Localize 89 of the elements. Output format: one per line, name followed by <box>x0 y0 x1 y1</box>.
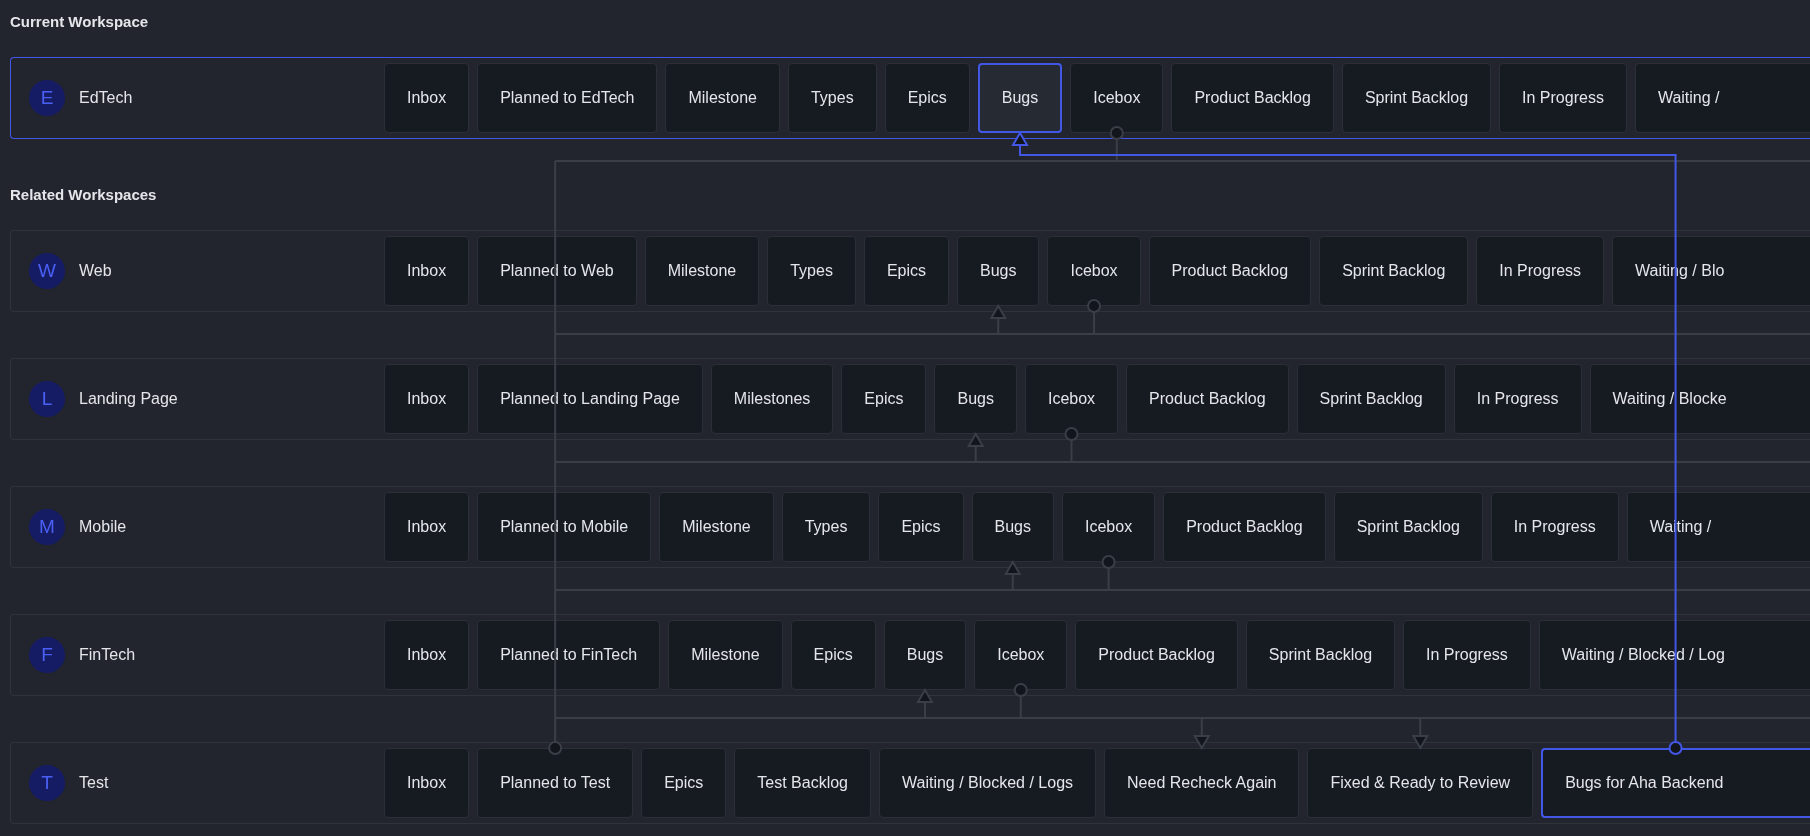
status-lane[interactable]: Planned to Landing Page <box>477 364 703 434</box>
status-lane[interactable]: Milestone <box>665 63 780 133</box>
connector-dot-icon[interactable] <box>1013 683 1028 697</box>
workspace-name: Mobile <box>79 518 127 536</box>
section-heading: Related Workspaces <box>10 185 158 205</box>
status-lane[interactable]: Milestones <box>710 364 834 434</box>
workspace-avatar: M <box>29 509 65 545</box>
status-lane[interactable]: Waiting / Blocked / Logs <box>879 748 1097 818</box>
status-lane[interactable]: Inbox <box>384 620 470 690</box>
status-lane[interactable]: Inbox <box>384 492 470 562</box>
status-lane[interactable]: Planned to Test <box>477 748 634 818</box>
status-lane[interactable]: Epics <box>641 748 727 818</box>
status-lane[interactable]: Need Recheck Again <box>1104 748 1300 818</box>
status-lane[interactable]: Bugs <box>957 236 1040 306</box>
status-lane[interactable]: Product Backlog <box>1126 364 1289 434</box>
workspace-avatar: L <box>29 381 65 417</box>
status-lane[interactable]: Epics <box>878 492 964 562</box>
status-lane[interactable]: Milestone <box>644 236 760 306</box>
triangle-arrow-icon[interactable] <box>966 432 985 447</box>
triangle-arrow-icon[interactable] <box>1011 131 1029 146</box>
workspace-name: FinTech <box>79 646 136 664</box>
status-lane[interactable]: Planned to FinTech <box>477 620 661 690</box>
status-lane[interactable]: Planned to EdTech <box>477 63 658 133</box>
status-lane[interactable]: Epics <box>863 236 949 306</box>
status-lane[interactable]: Test Backlog <box>734 748 871 818</box>
workspace-name: Web <box>79 262 112 280</box>
workspace-avatar: W <box>29 253 65 289</box>
connector-dot-icon[interactable] <box>1109 126 1124 140</box>
status-lane[interactable]: Waiting / <box>1634 63 1810 133</box>
status-lane[interactable]: Icebox <box>974 620 1068 690</box>
section-heading: Current Workspace <box>10 12 150 32</box>
status-lane[interactable]: Milestone <box>668 620 783 690</box>
status-lane[interactable]: Sprint Backlog <box>1333 492 1483 562</box>
status-lane[interactable]: Product Backlog <box>1075 620 1238 690</box>
triangle-arrow-icon[interactable] <box>1193 735 1211 750</box>
status-lane[interactable]: Sprint Backlog <box>1319 236 1469 306</box>
status-lane[interactable]: Product Backlog <box>1163 492 1326 562</box>
status-lane[interactable]: Epics <box>841 364 927 434</box>
workspace-row[interactable]: L Landing Page Inbox Planned to Landing Page Milestones Epics Bugs Icebox Product Backlog Sprint Backlog In Progress Waiting / Blocke <box>10 358 1810 440</box>
status-lane[interactable]: Icebox <box>1047 236 1141 306</box>
triangle-arrow-icon[interactable] <box>989 304 1007 319</box>
status-lane[interactable]: Epics <box>790 620 876 690</box>
status-lane[interactable]: Bugs <box>971 492 1054 562</box>
workspace-avatar: E <box>29 80 65 116</box>
workspace-row[interactable]: E EdTech Inbox Planned to EdTech Milestone Types Epics Bugs Icebox Product Backlog Sprint Backlog In Progress Waiting / <box>10 57 1810 139</box>
status-lane[interactable]: Bugs <box>883 620 967 690</box>
status-lane[interactable]: Fixed & Ready to Review <box>1307 748 1534 818</box>
status-lane[interactable]: In Progress <box>1490 492 1619 562</box>
status-lane[interactable]: Icebox <box>1070 63 1164 133</box>
status-lane[interactable]: In Progress <box>1403 620 1531 690</box>
status-lane[interactable]: Sprint Backlog <box>1341 63 1492 133</box>
workspace-name: Test <box>79 774 109 792</box>
status-lane[interactable]: Waiting / Blocke <box>1589 364 1810 434</box>
status-lane[interactable]: Bugs <box>934 364 1017 434</box>
workspace-avatar: F <box>29 637 65 673</box>
status-lane[interactable]: Icebox <box>1062 492 1156 562</box>
triangle-arrow-icon[interactable] <box>1004 560 1022 575</box>
status-lane[interactable]: Planned to Web <box>477 236 637 306</box>
triangle-arrow-icon[interactable] <box>1411 735 1430 750</box>
triangle-arrow-icon[interactable] <box>916 688 934 703</box>
connector-dot-icon[interactable] <box>548 741 563 755</box>
status-lane[interactable]: Inbox <box>384 63 470 133</box>
status-lane[interactable]: Icebox <box>1024 364 1119 434</box>
connector-dot-icon[interactable] <box>1668 741 1683 755</box>
connector-dot-icon[interactable] <box>1087 299 1102 313</box>
connector-dot-icon[interactable] <box>1064 427 1079 441</box>
status-lane[interactable]: Sprint Backlog <box>1245 620 1396 690</box>
status-lane[interactable]: Types <box>787 63 877 133</box>
status-lane[interactable]: Epics <box>884 63 970 133</box>
workspace-avatar: T <box>29 765 65 801</box>
status-lane[interactable]: Inbox <box>384 748 470 818</box>
connector-dot-icon[interactable] <box>1101 555 1116 569</box>
status-lane[interactable]: Product Backlog <box>1148 236 1312 306</box>
status-lane[interactable]: Sprint Backlog <box>1296 364 1446 434</box>
workspace-row[interactable]: T Test Inbox Planned to Test Epics Test Backlog Waiting / Blocked / Logs Need Recheck Again Fixed & Ready to Review Bugs for Aha Backend <box>10 742 1810 824</box>
status-lane[interactable]: In Progress <box>1499 63 1627 133</box>
status-lane[interactable]: Bugs for Aha Backend <box>1541 748 1810 818</box>
workspace-name: Landing Page <box>79 390 178 408</box>
status-lane[interactable]: In Progress <box>1453 364 1582 434</box>
status-lane[interactable]: Types <box>781 492 871 562</box>
workspace-name: EdTech <box>79 89 133 107</box>
status-lane[interactable]: Inbox <box>384 236 470 306</box>
status-lane[interactable]: In Progress <box>1476 236 1605 306</box>
status-lane[interactable]: Types <box>767 236 856 306</box>
status-lane[interactable]: Milestone <box>659 492 774 562</box>
status-lane[interactable]: Inbox <box>384 364 470 434</box>
status-lane[interactable]: Product Backlog <box>1171 63 1334 133</box>
status-lane[interactable]: Planned to Mobile <box>477 492 652 562</box>
status-lane[interactable]: Bugs <box>977 63 1063 133</box>
